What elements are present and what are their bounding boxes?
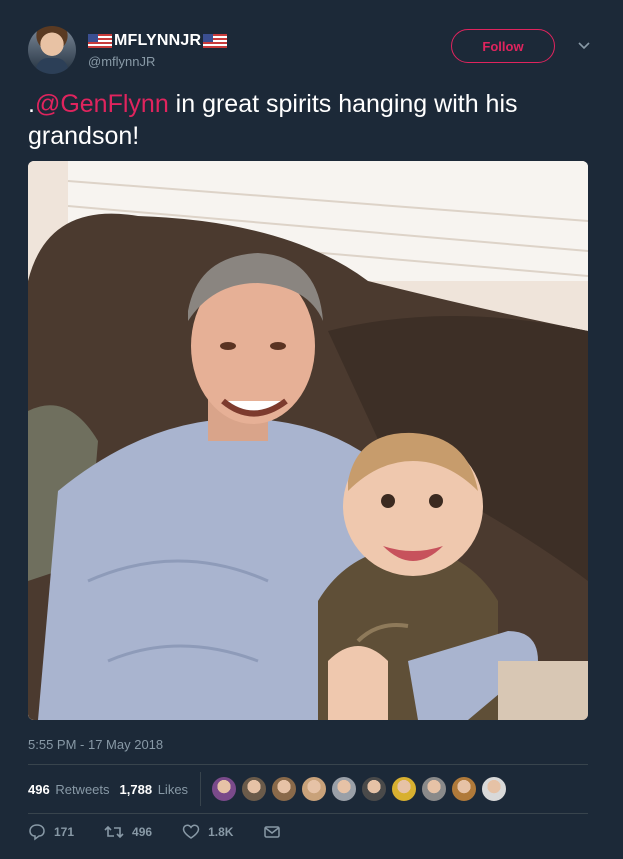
direct-message-button[interactable] — [263, 823, 289, 841]
photo-illustration — [28, 161, 588, 720]
us-flag-icon — [88, 34, 112, 48]
liker-avatar[interactable] — [481, 776, 508, 802]
tweet-text: .@GenFlynn in great spirits hanging with… — [28, 88, 588, 152]
retweet-icon — [104, 825, 124, 839]
tweet-prefix: . — [28, 90, 35, 118]
liker-avatar[interactable] — [391, 776, 418, 802]
retweets-count: 496 — [28, 781, 50, 797]
user-handle[interactable]: @mflynnJR — [88, 54, 155, 69]
us-flag-icon — [203, 34, 228, 48]
reply-button[interactable]: 171 — [28, 823, 74, 841]
liker-avatar[interactable] — [271, 776, 298, 802]
retweet-count: 496 — [132, 825, 153, 839]
display-name[interactable]: MFLYNNJR — [114, 32, 201, 50]
tweet-stats: 496 Retweets 1,788 Likes — [28, 772, 508, 806]
tweet-photo[interactable] — [28, 161, 588, 720]
mention-link[interactable]: @GenFlynn — [35, 90, 169, 118]
liker-avatars — [211, 776, 508, 802]
chevron-down-icon[interactable] — [577, 38, 591, 52]
direct-message-icon — [264, 826, 281, 838]
liker-avatar[interactable] — [421, 776, 448, 802]
stats-separator — [200, 772, 202, 806]
liker-avatar[interactable] — [331, 776, 358, 802]
avatar[interactable] — [28, 26, 76, 74]
tweet-header: MFLYNNJR @mflynnJR Follow — [28, 26, 595, 76]
retweets-label: Retweets — [55, 781, 110, 797]
liker-avatar[interactable] — [361, 776, 388, 802]
reply-icon — [29, 824, 45, 841]
likes-stat[interactable]: 1,788 Likes — [120, 782, 189, 797]
divider — [28, 813, 588, 814]
like-count: 1.8K — [208, 825, 234, 839]
follow-button[interactable]: Follow — [451, 29, 555, 63]
heart-icon — [182, 824, 200, 839]
display-name-row[interactable]: MFLYNNJR — [88, 32, 228, 50]
likes-label: Likes — [157, 781, 189, 797]
likes-count: 1,788 — [119, 781, 153, 797]
divider — [28, 764, 588, 765]
liker-avatar[interactable] — [241, 776, 268, 802]
retweet-button[interactable]: 496 — [104, 823, 152, 841]
liker-avatar[interactable] — [301, 776, 328, 802]
liker-avatar[interactable] — [451, 776, 478, 802]
tweet-timestamp[interactable]: 5:55 PM - 17 May 2018 — [28, 737, 163, 752]
tweet-actions: 171 496 1.8K — [28, 823, 319, 841]
retweets-stat[interactable]: 496 Retweets — [28, 782, 110, 797]
like-button[interactable]: 1.8K — [182, 823, 233, 841]
reply-count: 171 — [54, 825, 75, 839]
liker-avatar[interactable] — [211, 776, 238, 802]
